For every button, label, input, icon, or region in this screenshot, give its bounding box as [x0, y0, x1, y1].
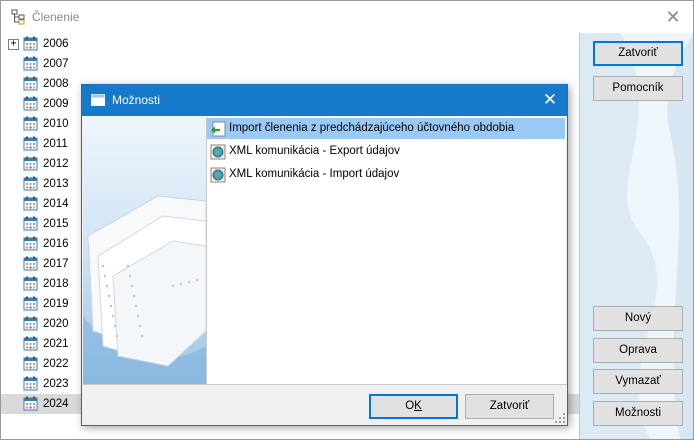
option-item-label: Import členenia z predchádzajúceho účtov…: [229, 122, 515, 134]
globe-document-icon: [210, 144, 226, 160]
calendar-icon: [23, 396, 38, 411]
window-titlebar: Členenie ✕: [1, 1, 693, 33]
calendar-icon: [23, 356, 38, 371]
tree-item-label: 2012: [43, 158, 69, 170]
globe-document-icon: [210, 167, 226, 183]
window-icon: [91, 94, 105, 106]
resize-grip-icon[interactable]: [554, 412, 566, 424]
tree-item-label: 2018: [43, 278, 69, 290]
tree-structure-icon: [11, 9, 25, 25]
helper-button[interactable]: Pomocník: [593, 76, 683, 101]
option-item[interactable]: XML komunikácia - Export údajov: [207, 141, 565, 162]
ok-button[interactable]: OK: [369, 394, 458, 419]
tree-item-label: 2008: [43, 78, 69, 90]
tree-item-label: 2010: [43, 118, 69, 130]
option-item-label: XML komunikácia - Export údajov: [229, 145, 400, 157]
tree-item-label: 2017: [43, 258, 69, 270]
ok-button-label: OK: [405, 400, 422, 412]
calendar-icon: [23, 116, 38, 131]
tree-item-label: 2021: [43, 338, 69, 350]
calendar-icon: [23, 216, 38, 231]
side-panel: Zatvoriť Pomocník Nový Oprava Vymazať Mo…: [579, 33, 693, 439]
delete-button[interactable]: Vymazať: [593, 369, 683, 394]
tree-item-label: 2013: [43, 178, 69, 190]
option-item[interactable]: Import členenia z predchádzajúceho účtov…: [207, 118, 565, 139]
window-title: Členenie: [32, 10, 80, 24]
calendar-icon: [23, 156, 38, 171]
calendar-icon: [23, 276, 38, 291]
tree-item-label: 2016: [43, 238, 69, 250]
tree-item-label: 2011: [43, 138, 68, 150]
options-button[interactable]: Možnosti: [593, 401, 683, 426]
calendar-icon: [23, 176, 38, 191]
tree-item-label: 2014: [43, 198, 69, 210]
option-item-label: XML komunikácia - Import údajov: [229, 168, 400, 180]
calendar-icon: [23, 296, 38, 311]
tree-item-label: 2024: [43, 398, 69, 410]
calendar-icon: [23, 56, 38, 71]
option-item[interactable]: XML komunikácia - Import údajov: [207, 164, 565, 185]
expand-icon[interactable]: +: [8, 39, 19, 50]
calendar-icon: [23, 376, 38, 391]
options-list: Import členenia z predchádzajúceho účtov…: [206, 117, 566, 384]
calendar-icon: [23, 256, 38, 271]
tree-item-label: 2007: [43, 58, 69, 70]
tree-item-2006[interactable]: +2006: [1, 34, 579, 54]
tree-item-label: 2006: [43, 38, 69, 50]
calendar-icon: [23, 36, 38, 51]
tree-item-label: 2020: [43, 318, 69, 330]
new-button[interactable]: Nový: [593, 306, 683, 331]
import-arrow-icon: [210, 121, 226, 137]
close-icon[interactable]: ✕: [661, 5, 685, 29]
tree-item-label: 2022: [43, 358, 69, 370]
calendar-icon: [23, 76, 38, 91]
tree-item-2007[interactable]: 2007: [1, 54, 579, 74]
calendar-icon: [23, 336, 38, 351]
options-dialog: Možnosti ✕ Import členenia z predchádzaj…: [81, 84, 568, 426]
calendar-icon: [23, 236, 38, 251]
paper-stack-illustration: [83, 116, 206, 384]
dialog-separator: [83, 384, 567, 385]
close-button[interactable]: Zatvoriť: [593, 41, 683, 66]
edit-button[interactable]: Oprava: [593, 338, 683, 363]
calendar-icon: [23, 316, 38, 331]
calendar-icon: [23, 96, 38, 111]
calendar-icon: [23, 136, 38, 151]
dialog-close-icon[interactable]: ✕: [539, 89, 561, 111]
dialog-titlebar: Možnosti ✕: [82, 85, 567, 116]
tree-item-label: 2009: [43, 98, 69, 110]
dialog-title: Možnosti: [112, 93, 161, 107]
dialog-close-button[interactable]: Zatvoriť: [465, 394, 554, 419]
tree-item-label: 2015: [43, 218, 69, 230]
tree-item-label: 2019: [43, 298, 69, 310]
tree-item-label: 2023: [43, 378, 69, 390]
calendar-icon: [23, 196, 38, 211]
